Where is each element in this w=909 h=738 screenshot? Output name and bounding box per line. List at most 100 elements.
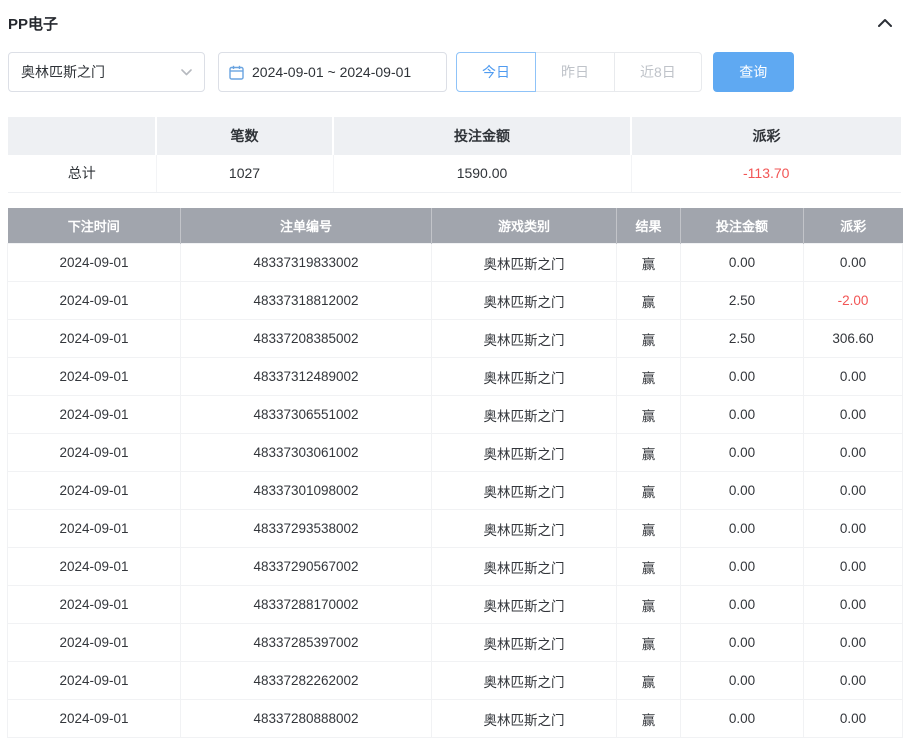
- table-cell: 奥林匹斯之门: [431, 585, 617, 624]
- table-cell: 0.00: [803, 433, 903, 472]
- table-cell: 赢: [616, 357, 681, 396]
- summary-header-row: 笔数 投注金额 派彩: [8, 117, 901, 155]
- summary-total-row: 总计 1027 1590.00 -113.70: [8, 155, 901, 193]
- summary-header-payout: 派彩: [631, 117, 901, 155]
- table-cell: 奥林匹斯之门: [431, 319, 617, 358]
- table-cell: 奥林匹斯之门: [431, 509, 617, 548]
- table-cell: 48337312489002: [180, 357, 432, 396]
- table-cell: 0.00: [680, 547, 804, 586]
- table-cell: 0.00: [680, 509, 804, 548]
- table-cell: 奥林匹斯之门: [431, 547, 617, 586]
- table-cell: 0.00: [680, 471, 804, 510]
- table-row: 2024-09-01 48337285397002 奥林匹斯之门赢 0.00 0.00: [7, 623, 903, 662]
- table-row: 2024-09-01 48337293538002 奥林匹斯之门赢 0.00 0.00: [7, 509, 903, 548]
- header-payout: 派彩: [803, 207, 903, 244]
- table-cell: 奥林匹斯之门: [431, 243, 617, 282]
- table-cell: 赢: [616, 319, 681, 358]
- table-cell: 48337319833002: [180, 243, 432, 282]
- table-cell: 48337290567002: [180, 547, 432, 586]
- table-cell: -2.00: [803, 281, 903, 320]
- table-row: 2024-09-01 48337301098002 奥林匹斯之门赢 0.00 0.00: [7, 471, 903, 510]
- table-cell: 48337303061002: [180, 433, 432, 472]
- chevron-down-icon: [181, 68, 192, 76]
- table-cell: 2024-09-01: [7, 585, 181, 624]
- table-cell: 48337306551002: [180, 395, 432, 434]
- table-cell: 奥林匹斯之门: [431, 623, 617, 662]
- table-cell: 48337280888002: [180, 699, 432, 738]
- summary-table: 笔数 投注金额 派彩 总计 1027 1590.00 -113.70: [8, 117, 901, 193]
- table-cell: 赢: [616, 395, 681, 434]
- header-game-type: 游戏类别: [431, 207, 617, 244]
- table-row: 2024-09-01 48337208385002 奥林匹斯之门赢 2.50 306.6…: [7, 319, 903, 358]
- table-cell: 48337301098002: [180, 471, 432, 510]
- header-result: 结果: [616, 207, 681, 244]
- table-cell: 0.00: [803, 699, 903, 738]
- table-row: 2024-09-01 48337280888002 奥林匹斯之门赢 0.00 0.00: [7, 699, 903, 738]
- table-cell: 奥林匹斯之门: [431, 357, 617, 396]
- table-cell: 48337293538002: [180, 509, 432, 548]
- header-bet-amount: 投注金额: [680, 207, 804, 244]
- table-cell: 0.00: [680, 243, 804, 282]
- summary-count-value: 1027: [156, 155, 334, 193]
- table-cell: 2024-09-01: [7, 509, 181, 548]
- table-cell: 2024-09-01: [7, 623, 181, 662]
- table-cell: 0.00: [803, 471, 903, 510]
- pp-panel: PP电子 奥林匹斯之门 2024-09-01 ~ 2024-09-01 今日 昨日…: [0, 0, 909, 738]
- table-cell: 2024-09-01: [7, 471, 181, 510]
- table-cell: 0.00: [803, 547, 903, 586]
- table-cell: 2024-09-01: [7, 395, 181, 434]
- table-cell: 2024-09-01: [7, 433, 181, 472]
- bet-table: 下注时间 注单编号 游戏类别 结果 投注金额 派彩 2024-09-01 4833…: [7, 207, 903, 738]
- table-cell: 2024-09-01: [7, 319, 181, 358]
- table-cell: 2.50: [680, 281, 804, 320]
- table-cell: 2024-09-01: [7, 357, 181, 396]
- table-cell: 0.00: [803, 395, 903, 434]
- table-cell: 赢: [616, 433, 681, 472]
- table-row: 2024-09-01 48337306551002 奥林匹斯之门赢 0.00 0.00: [7, 395, 903, 434]
- bet-table-header-row: 下注时间 注单编号 游戏类别 结果 投注金额 派彩: [7, 207, 903, 244]
- table-row: 2024-09-01 48337290567002 奥林匹斯之门赢 0.00 0.00: [7, 547, 903, 586]
- table-cell: 奥林匹斯之门: [431, 471, 617, 510]
- quick-button-0[interactable]: 今日: [456, 52, 536, 92]
- table-row: 2024-09-01 48337303061002 奥林匹斯之门赢 0.00 0.00: [7, 433, 903, 472]
- table-cell: 赢: [616, 623, 681, 662]
- date-range-value: 2024-09-01 ~ 2024-09-01: [252, 64, 412, 80]
- bet-table-body: 2024-09-01 48337319833002 奥林匹斯之门赢 0.00 0.00 2…: [7, 243, 903, 738]
- table-cell: 奥林匹斯之门: [431, 433, 617, 472]
- quick-button-2[interactable]: 近8日: [614, 52, 702, 92]
- summary-total-label: 总计: [8, 155, 157, 193]
- table-cell: 0.00: [680, 699, 804, 738]
- table-cell: 0.00: [680, 433, 804, 472]
- table-cell: 0.00: [680, 623, 804, 662]
- panel-header: PP电子: [8, 10, 901, 36]
- header-bet-time: 下注时间: [7, 207, 181, 244]
- table-row: 2024-09-01 48337282262002 奥林匹斯之门赢 0.00 0.00: [7, 661, 903, 700]
- table-cell: 48337318812002: [180, 281, 432, 320]
- table-row: 2024-09-01 48337318812002 奥林匹斯之门赢 2.50 -2.00: [7, 281, 903, 320]
- table-cell: 306.60: [803, 319, 903, 358]
- summary-payout-value: -113.70: [631, 155, 901, 193]
- quick-button-1[interactable]: 昨日: [535, 52, 615, 92]
- query-button[interactable]: 查询: [712, 52, 794, 92]
- date-range-input[interactable]: 2024-09-01 ~ 2024-09-01: [218, 52, 447, 92]
- table-cell: 0.00: [803, 623, 903, 662]
- table-cell: 奥林匹斯之门: [431, 661, 617, 700]
- table-cell: 奥林匹斯之门: [431, 395, 617, 434]
- table-cell: 0.00: [803, 661, 903, 700]
- table-cell: 0.00: [803, 509, 903, 548]
- table-cell: 48337285397002: [180, 623, 432, 662]
- table-cell: 2024-09-01: [7, 243, 181, 282]
- table-cell: 2024-09-01: [7, 661, 181, 700]
- summary-bet-amount-value: 1590.00: [333, 155, 632, 193]
- panel-title: PP电子: [8, 15, 59, 33]
- table-cell: 赢: [616, 547, 681, 586]
- table-cell: 48337288170002: [180, 585, 432, 624]
- table-cell: 0.00: [680, 585, 804, 624]
- game-select[interactable]: 奥林匹斯之门: [8, 52, 205, 92]
- chevron-up-icon[interactable]: [875, 13, 895, 33]
- table-cell: 奥林匹斯之门: [431, 699, 617, 738]
- summary-header-bet-amount: 投注金额: [333, 117, 632, 155]
- table-cell: 赢: [616, 281, 681, 320]
- table-cell: 赢: [616, 471, 681, 510]
- table-cell: 2024-09-01: [7, 547, 181, 586]
